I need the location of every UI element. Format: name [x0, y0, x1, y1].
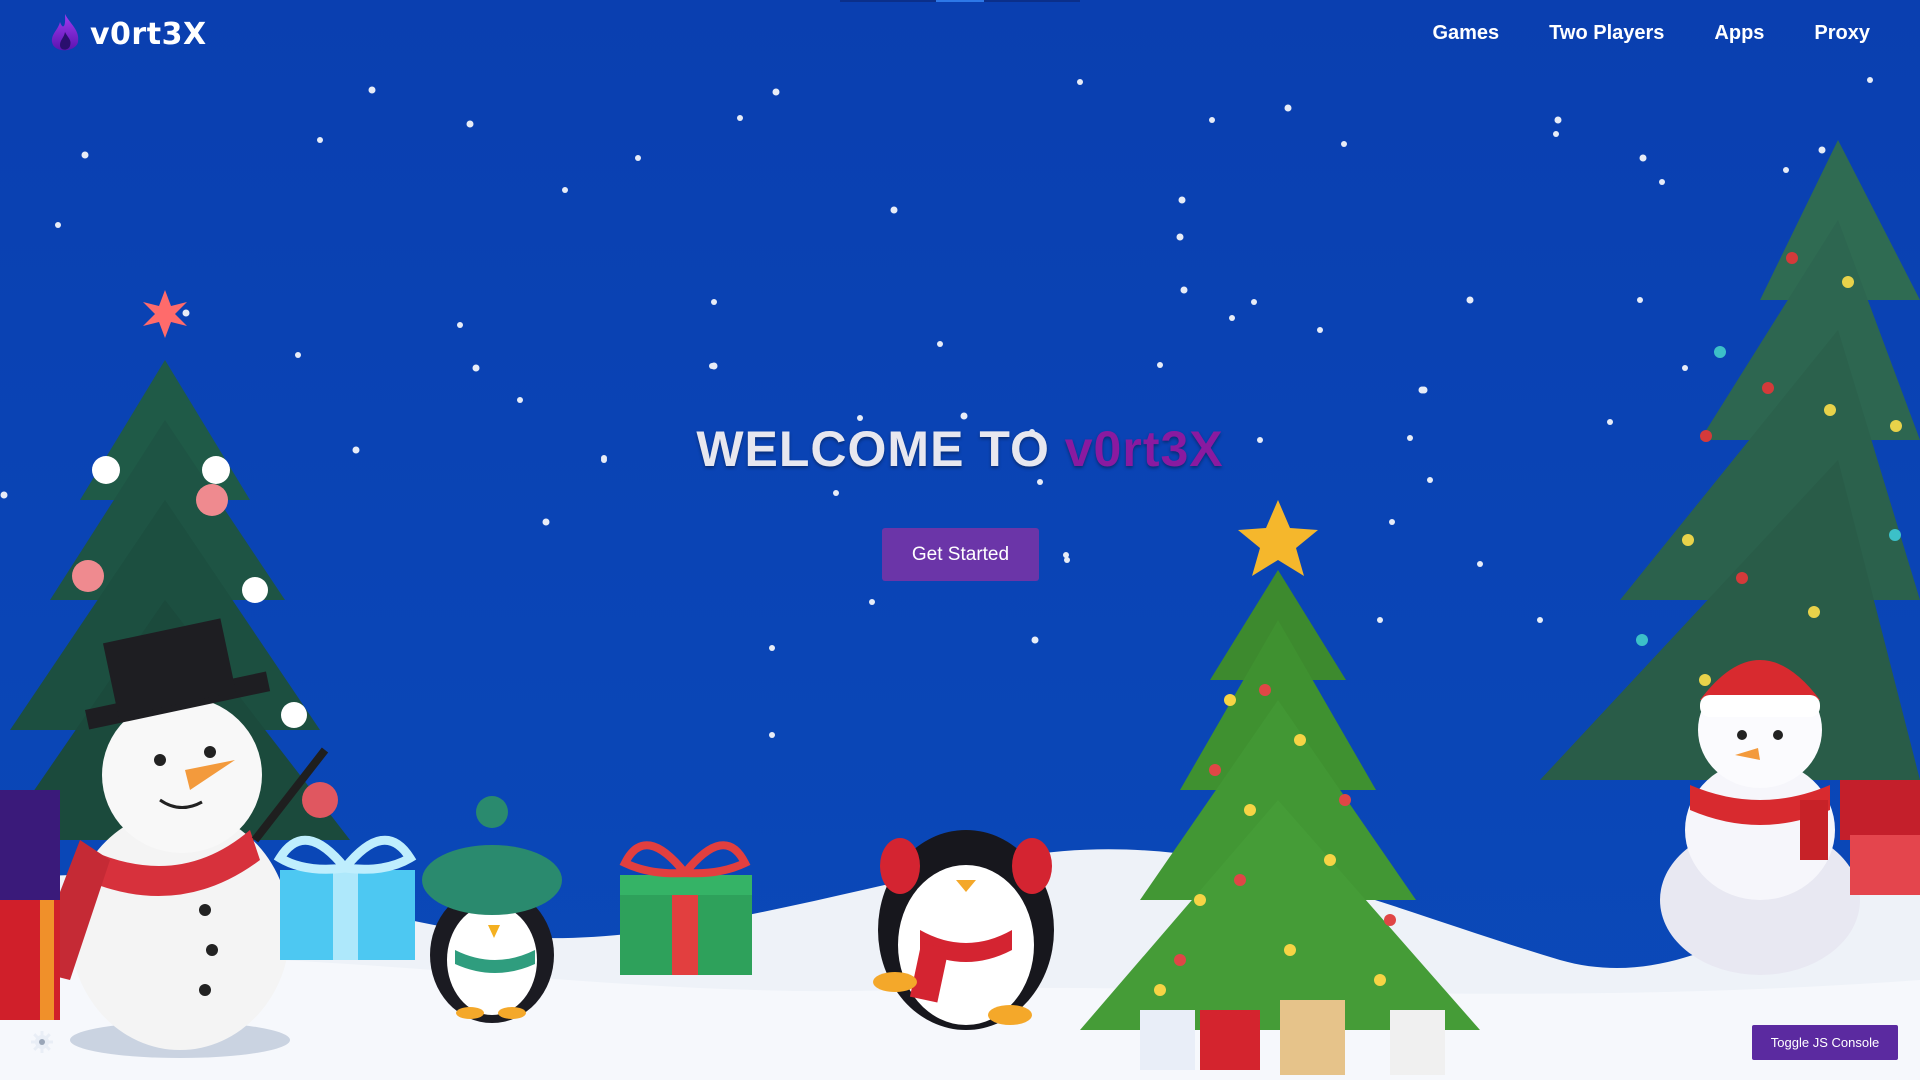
blue-present [273, 835, 417, 960]
green-present [619, 841, 752, 975]
toggle-js-console-button[interactable]: Toggle JS Console [1752, 1025, 1898, 1060]
navbar: v0rt3X Games Two Players Apps Proxy [0, 0, 1920, 72]
hero-section: WELCOME TO v0rt3X [0, 420, 1920, 478]
get-started-button[interactable]: Get Started [882, 528, 1039, 581]
hero-title-prefix: WELCOME TO [696, 421, 1065, 477]
left-penguin [422, 796, 562, 1023]
left-presents [0, 790, 60, 1020]
nav-apps[interactable]: Apps [1714, 22, 1764, 45]
nav-two-players[interactable]: Two Players [1549, 22, 1664, 45]
hero-title: WELCOME TO v0rt3X [0, 420, 1920, 478]
logo-text: v0rt3X [90, 16, 207, 52]
snowflakes [0, 77, 1883, 738]
center-christmas-tree [1080, 500, 1480, 1075]
page-background: v0rt3X Games Two Players Apps Proxy WELC… [0, 0, 1920, 1080]
nav-games[interactable]: Games [1432, 22, 1499, 45]
hero-title-brand: v0rt3X [1064, 421, 1224, 477]
nav-proxy[interactable]: Proxy [1814, 22, 1870, 45]
gear-icon[interactable] [30, 1030, 54, 1054]
nav-links: Games Two Players Apps Proxy [1432, 22, 1870, 45]
flame-icon [51, 14, 79, 51]
site-logo[interactable]: v0rt3X [48, 12, 207, 56]
